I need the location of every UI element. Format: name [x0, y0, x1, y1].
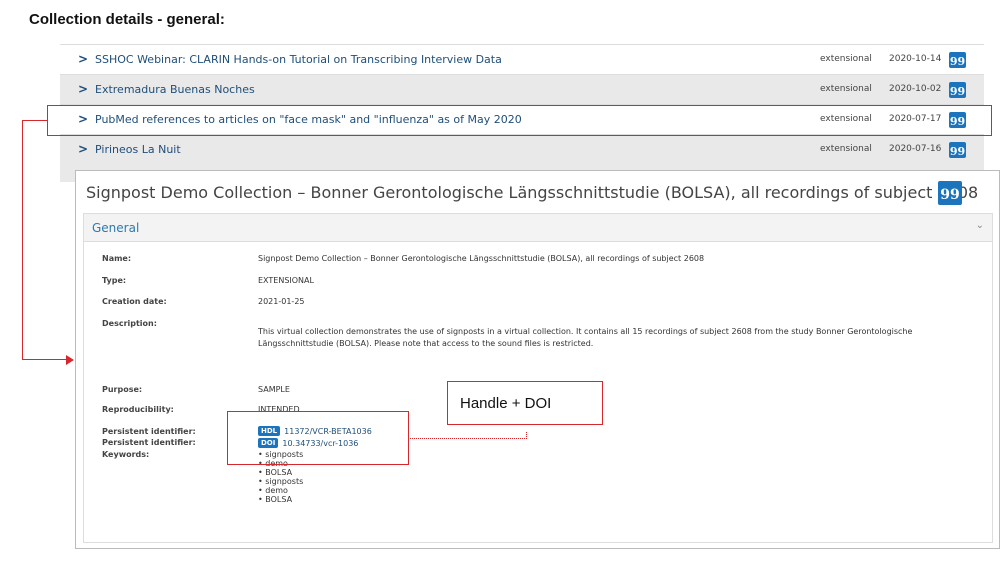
cite-button[interactable]: 99 [949, 52, 966, 68]
callout-connector [410, 432, 527, 439]
collection-title-link[interactable]: Pirineos La Nuit [95, 143, 181, 156]
callout-box: Handle + DOI [447, 381, 603, 425]
reproducibility-label: Reproducibility: [102, 405, 174, 414]
persistent-identifier-label: Persistent identifier: [102, 438, 196, 447]
purpose-label: Purpose: [102, 385, 143, 394]
general-section: General ⌄ Name: Signpost Demo Collection… [83, 213, 993, 543]
cite-button[interactable]: 99 [949, 82, 966, 98]
quote-icon: 99 [949, 85, 966, 98]
purpose-value: SAMPLE [258, 385, 290, 394]
collection-date: 2020-10-02 [889, 84, 942, 94]
collection-detail-panel: Signpost Demo Collection – Bonner Geront… [75, 170, 1000, 549]
collection-title-link[interactable]: Extremadura Buenas Noches [95, 83, 255, 96]
collection-date: 2020-10-14 [889, 54, 942, 64]
keyword-item: • demo [258, 486, 288, 495]
callout-text: Handle + DOI [460, 395, 552, 412]
collection-title-link[interactable]: SSHOC Webinar: CLARIN Hands-on Tutorial … [95, 53, 502, 66]
arrow-head-icon [66, 355, 74, 365]
keyword-item: • signposts [258, 477, 304, 486]
quote-icon: 99 [949, 145, 966, 158]
row-highlight-box [47, 105, 992, 136]
collection-type: extensional [820, 84, 872, 94]
collection-row[interactable]: > SSHOC Webinar: CLARIN Hands-on Tutoria… [60, 44, 984, 74]
quote-icon: 99 [949, 55, 966, 68]
collection-type: extensional [820, 54, 872, 64]
section-title: General [92, 221, 140, 235]
persistent-identifier-label: Persistent identifier: [102, 427, 196, 436]
annotation-arrow-line [22, 120, 23, 360]
chevron-right-icon[interactable]: > [78, 52, 88, 66]
collection-list: > SSHOC Webinar: CLARIN Hands-on Tutoria… [60, 44, 984, 164]
creation-date-label: Creation date: [102, 297, 167, 306]
collection-row[interactable]: > Pirineos La Nuit extensional 2020-07-1… [60, 134, 984, 164]
chevron-down-icon[interactable]: ⌄ [976, 220, 984, 231]
keywords-label: Keywords: [102, 450, 150, 459]
general-section-header[interactable]: General ⌄ [84, 214, 992, 242]
collection-date: 2020-07-16 [889, 144, 942, 154]
chevron-right-icon[interactable]: > [78, 82, 88, 96]
name-value: Signpost Demo Collection – Bonner Geront… [258, 254, 705, 263]
description-value: This virtual collection demonstrates the… [258, 327, 913, 348]
annotation-arrow-line [22, 120, 48, 121]
keyword-item: • BOLSA [258, 468, 293, 477]
identifier-highlight-box [227, 411, 409, 465]
quote-icon: 99 [940, 186, 960, 203]
detail-title: Signpost Demo Collection – Bonner Geront… [86, 183, 979, 202]
type-value: EXTENSIONAL [258, 276, 314, 285]
collection-type: extensional [820, 144, 872, 154]
type-label: Type: [102, 276, 127, 285]
chevron-right-icon[interactable]: > [78, 142, 88, 156]
cite-button[interactable]: 99 [938, 181, 962, 205]
description-label: Description: [102, 319, 157, 328]
annotation-arrow-line [22, 359, 67, 360]
name-label: Name: [102, 254, 132, 263]
page-heading: Collection details - general: [29, 11, 225, 28]
cite-button[interactable]: 99 [949, 142, 966, 158]
creation-date-value: 2021-01-25 [258, 297, 305, 306]
keyword-item: • BOLSA [258, 495, 293, 504]
collection-row[interactable]: > Extremadura Buenas Noches extensional … [60, 74, 984, 104]
